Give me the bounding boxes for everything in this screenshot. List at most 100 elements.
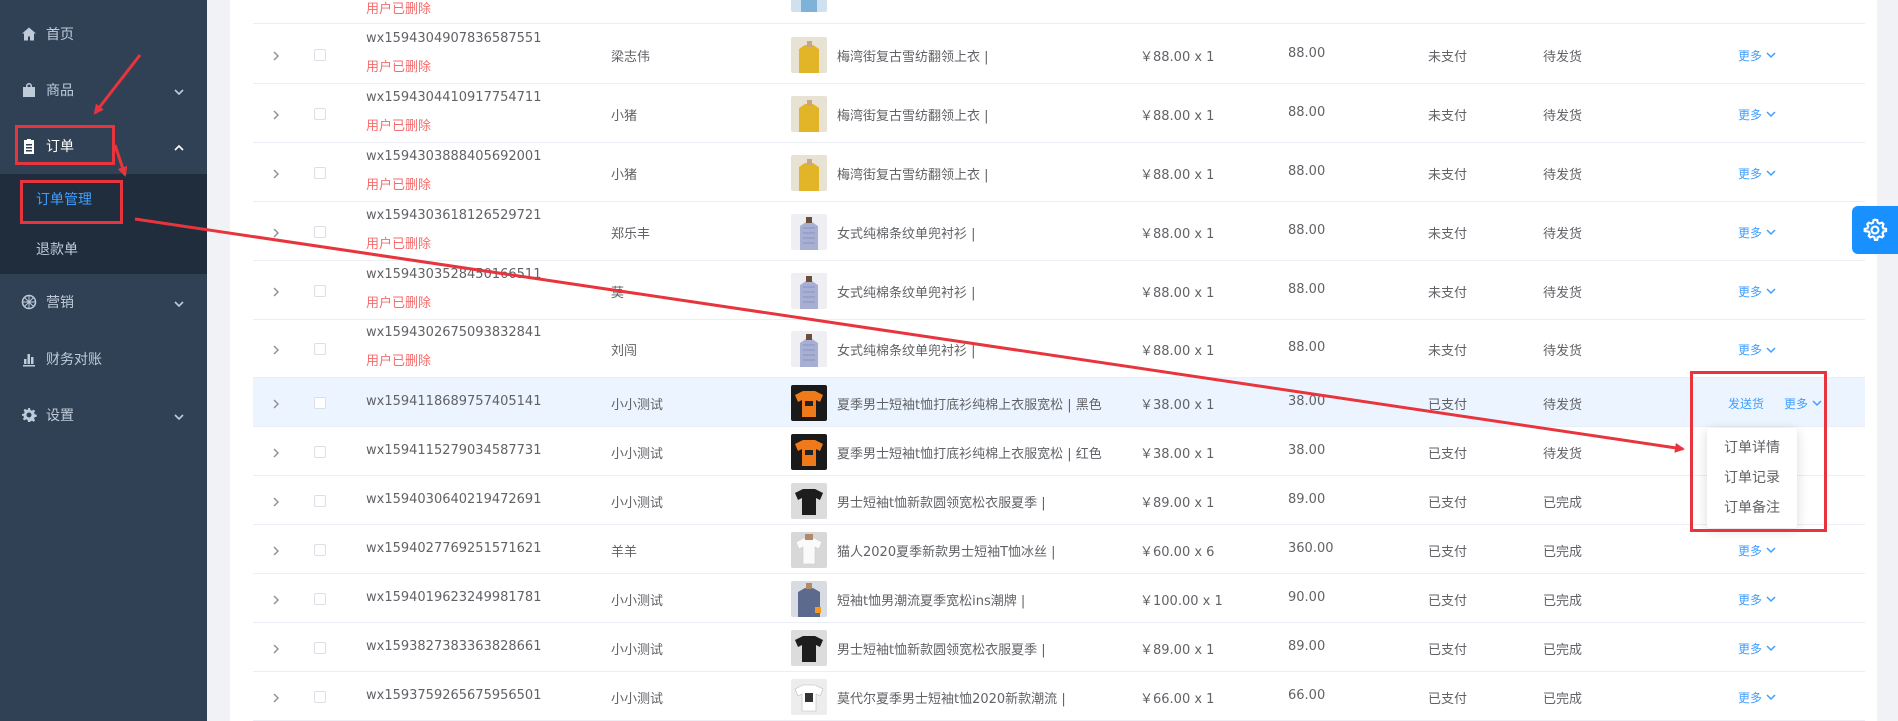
expand-row-icon[interactable]	[271, 344, 281, 355]
expand-row-icon[interactable]	[271, 692, 281, 703]
sidebar-subitem-refunds[interactable]: 退款单	[0, 224, 207, 274]
sidebar-item-products[interactable]: 商品	[0, 62, 207, 118]
payment-status: 未支付	[1428, 285, 1468, 301]
payment-status: 已支付	[1428, 642, 1468, 658]
sidebar-item-label: 营销	[46, 295, 74, 311]
unit-price: ￥88.00 x 1	[1140, 285, 1215, 301]
gear-icon	[21, 407, 37, 423]
buyer-name: 小小测试	[611, 446, 664, 462]
expand-row-icon[interactable]	[271, 643, 281, 654]
sidebar-item-home[interactable]: 首页	[0, 6, 207, 62]
more-actions-button[interactable]: 更多	[1738, 224, 1776, 241]
table-row: wx1594115279034587731 小小测试 夏季男士短袖t恤打底衫纯棉上衣…	[253, 427, 1865, 476]
more-actions-button[interactable]: 更多	[1738, 640, 1776, 657]
order-number: wx1594303888405692001	[366, 148, 542, 164]
more-actions-button[interactable]: 更多	[1738, 341, 1776, 358]
user-deleted-label: 用户已删除	[366, 236, 432, 252]
row-checkbox[interactable]	[314, 107, 326, 120]
bar-chart-icon	[21, 351, 37, 367]
product-name: 夏季男士短袖t恤打底衫纯棉上衣服宽松 | 黑色	[837, 397, 1102, 413]
order-amount: 89.00	[1288, 491, 1326, 507]
buyer-name: 莫	[611, 285, 625, 301]
sidebar-item-marketing[interactable]: 营销	[0, 274, 207, 330]
sidebar-item-label: 设置	[46, 408, 74, 424]
more-actions-button[interactable]: 更多	[1738, 47, 1776, 64]
floating-settings-button[interactable]	[1852, 206, 1898, 254]
order-number: wx1594303618126529721	[366, 207, 542, 223]
expand-row-icon[interactable]	[271, 545, 281, 556]
expand-row-icon[interactable]	[271, 594, 281, 605]
product-name: 梅湾街复古雪纺翻领上衣 |	[837, 108, 989, 124]
row-checkbox[interactable]	[314, 48, 326, 61]
row-checkbox[interactable]	[314, 641, 326, 654]
row-checkbox[interactable]	[314, 396, 326, 409]
row-checkbox[interactable]	[314, 166, 326, 179]
sidebar-subitem-label: 退款单	[36, 242, 78, 258]
expand-row-icon[interactable]	[271, 50, 281, 61]
unit-price: ￥88.00 x 1	[1140, 167, 1215, 183]
shipping-status: 待发货	[1543, 167, 1583, 183]
order-table-card: 用户已删除 wx1594304907836587551 用户已删除 梁志伟 梅湾街复古…	[230, 0, 1877, 721]
product-thumbnail	[791, 0, 827, 12]
buyer-name: 小小测试	[611, 397, 664, 413]
expand-row-icon[interactable]	[271, 496, 281, 507]
order-number: wx1594019623249981781	[366, 589, 542, 605]
more-actions-button[interactable]: 更多	[1738, 283, 1776, 300]
order-number: wx1594303528450166511	[366, 266, 542, 282]
annotation-box-actions	[1690, 371, 1827, 532]
order-number: wx1594302675093832841	[366, 325, 542, 340]
order-amount: 88.00	[1288, 163, 1326, 179]
shipping-status: 已完成	[1543, 495, 1583, 511]
row-checkbox[interactable]	[314, 225, 326, 238]
product-name: 男士短袖t恤新款圆领宽松衣服夏季 |	[837, 495, 1046, 511]
order-amount: 38.00	[1288, 393, 1326, 409]
shipping-status: 待发货	[1543, 226, 1583, 242]
annotation-box-orders	[15, 125, 115, 165]
more-actions-button[interactable]: 更多	[1738, 106, 1776, 123]
product-thumbnail	[791, 433, 827, 470]
product-name: 夏季男士短袖t恤打底衫纯棉上衣服宽松 | 红色	[837, 446, 1102, 462]
product-name: 梅湾街复古雪纺翻领上衣 |	[837, 167, 989, 183]
table-row: wx1593827383363828661 小小测试 男士短袖t恤新款圆领宽松衣服夏…	[253, 623, 1865, 672]
chevron-down-icon	[1762, 545, 1776, 555]
expand-row-icon[interactable]	[271, 109, 281, 120]
expand-row-icon[interactable]	[271, 398, 281, 409]
row-checkbox[interactable]	[314, 690, 326, 703]
shipping-status: 已完成	[1543, 593, 1583, 609]
more-actions-button[interactable]: 更多	[1738, 542, 1776, 559]
sidebar-item-finance[interactable]: 财务对账	[0, 331, 207, 387]
shipping-status: 待发货	[1543, 344, 1583, 359]
order-number: wx1594118689757405141	[366, 393, 542, 409]
unit-price: ￥89.00 x 1	[1140, 642, 1215, 658]
more-actions-button[interactable]: 更多	[1738, 165, 1776, 182]
product-thumbnail	[791, 331, 827, 367]
expand-row-icon[interactable]	[271, 447, 281, 458]
user-deleted-label: 用户已删除	[366, 59, 432, 75]
chevron-down-icon	[1762, 109, 1776, 119]
row-checkbox[interactable]	[314, 543, 326, 556]
row-checkbox[interactable]	[314, 343, 326, 355]
product-thumbnail	[791, 531, 827, 568]
row-checkbox[interactable]	[314, 445, 326, 458]
sidebar-item-settings[interactable]: 设置	[0, 387, 207, 443]
more-actions-button[interactable]: 更多	[1738, 689, 1776, 706]
unit-price: ￥60.00 x 6	[1140, 544, 1215, 560]
more-actions-button[interactable]: 更多	[1738, 591, 1776, 608]
order-amount: 88.00	[1288, 281, 1326, 297]
order-number: wx1594030640219472691	[366, 491, 542, 507]
order-number: wx1594027769251571621	[366, 540, 542, 556]
row-checkbox[interactable]	[314, 592, 326, 605]
expand-row-icon[interactable]	[271, 286, 281, 297]
order-number: wx1594304907836587551	[366, 30, 542, 46]
order-number: wx1593759265675956501	[366, 687, 542, 703]
payment-status: 已支付	[1428, 446, 1468, 462]
product-thumbnail	[791, 629, 827, 666]
order-amount: 90.00	[1288, 589, 1326, 605]
expand-row-icon[interactable]	[271, 227, 281, 238]
row-checkbox[interactable]	[314, 494, 326, 507]
expand-row-icon[interactable]	[271, 168, 281, 179]
product-thumbnail	[791, 272, 827, 309]
row-checkbox[interactable]	[314, 284, 326, 297]
product-thumbnail	[791, 213, 827, 250]
chevron-down-icon	[174, 85, 184, 96]
